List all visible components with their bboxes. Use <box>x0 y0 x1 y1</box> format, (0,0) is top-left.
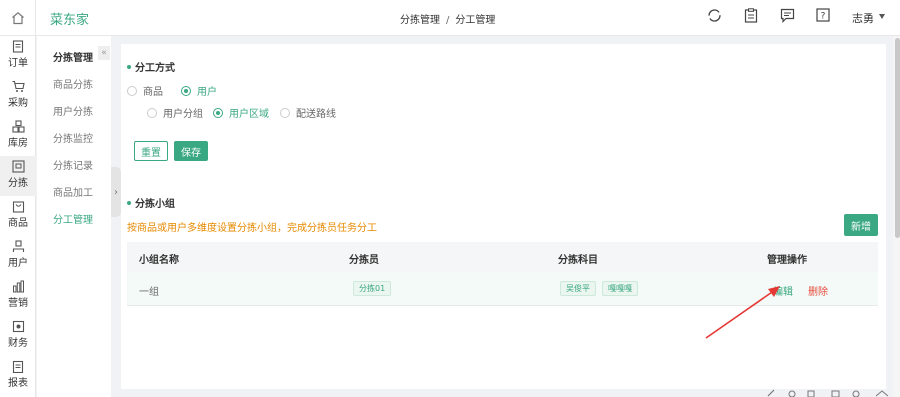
finance-icon <box>12 320 24 333</box>
radio-label: 用户分组 <box>163 109 203 120</box>
column-header-actions: 管理操作 <box>767 255 807 266</box>
nav-item-goods[interactable]: 商品 <box>0 196 36 236</box>
subject-tag: 嘎嘎嘎 <box>602 281 638 296</box>
double-chevron-left-icon: « <box>101 48 107 58</box>
message-icon <box>780 8 795 23</box>
help-icon: ? <box>816 8 830 22</box>
subnav-item-sorting-record[interactable]: 分拣记录 <box>53 157 93 172</box>
table-header: 小组名称 分拣员 分拣科目 管理操作 <box>127 242 878 272</box>
secondary-nav: 分拣管理 商品分拣 用户分拣 分拣监控 分拣记录 商品加工 分工管理 <box>37 36 111 397</box>
help-button[interactable]: ? <box>816 8 830 25</box>
sorting-icon <box>11 160 25 173</box>
home-icon <box>11 12 24 25</box>
nav-label: 库房 <box>8 138 28 149</box>
nav-label: 采购 <box>8 98 28 109</box>
subnav-item-goods-sorting[interactable]: 商品分拣 <box>53 76 93 91</box>
breadcrumb-separator: / <box>446 15 450 26</box>
nav-item-report[interactable]: 报表 <box>0 356 36 396</box>
expand-panel-handle[interactable]: › <box>111 167 121 217</box>
home-button[interactable] <box>0 0 36 36</box>
svg-text:?: ? <box>821 12 826 22</box>
radio-label: 用户区域 <box>229 109 269 120</box>
subject-tag: 吴俊平 <box>560 281 596 296</box>
chart-icon <box>12 280 24 293</box>
cell-group-name: 一组 <box>139 287 159 298</box>
groups-hint: 按商品或用户多维度设置分拣小组，完成分拣员任务分工 <box>127 223 377 234</box>
document-icon <box>12 40 24 53</box>
column-header-group-name: 小组名称 <box>139 255 179 266</box>
clipboard-icon <box>744 8 758 23</box>
message-button[interactable] <box>780 8 795 26</box>
nav-item-order[interactable]: 订单 <box>0 36 36 76</box>
radio-delivery-route[interactable]: 配送路线 <box>280 105 336 120</box>
nav-item-sorting[interactable]: 分拣 <box>0 156 36 196</box>
nav-label: 财务 <box>8 338 28 349</box>
cart-icon <box>12 80 25 92</box>
radio-label: 配送路线 <box>296 109 336 120</box>
nav-label: 营销 <box>8 298 28 309</box>
radio-user-group[interactable]: 用户分组 <box>147 105 203 120</box>
nav-item-user[interactable]: 用户 <box>0 236 36 276</box>
refresh-icon <box>708 9 721 22</box>
reset-button[interactable]: 重置 <box>134 141 168 161</box>
primary-nav: 订单 采购 库房 分拣 商品 用户 营销 财务 报表 <box>0 36 36 397</box>
collapse-subnav-button[interactable]: « <box>98 46 110 60</box>
radio-label: 商品 <box>143 87 163 98</box>
nav-label: 报表 <box>8 378 28 389</box>
delete-button[interactable]: 删除 <box>808 283 828 298</box>
radio-circle-icon <box>147 107 157 118</box>
breadcrumb: 分拣管理 / 分工管理 <box>400 11 495 26</box>
radio-user-region[interactable]: 用户区域 <box>213 105 269 120</box>
user-menu[interactable]: 志勇 <box>852 10 874 26</box>
refresh-button[interactable] <box>707 8 722 26</box>
top-bar: 菜东家 分拣管理 / 分工管理 ? 志勇 <box>0 0 900 36</box>
clipboard-button[interactable] <box>744 8 758 26</box>
subnav-item-sorting-monitor[interactable]: 分拣监控 <box>53 130 93 145</box>
subnav-item-goods-processing[interactable]: 商品加工 <box>53 184 93 199</box>
nav-label: 分拣 <box>8 178 28 189</box>
radio-circle-checked-icon <box>181 85 191 96</box>
subnav-item-division-management[interactable]: 分工管理 <box>53 211 93 226</box>
scrollbar-thumb[interactable] <box>895 38 900 238</box>
section-title-division: 分工方式 <box>127 59 175 74</box>
column-header-sorter: 分拣员 <box>349 255 379 266</box>
section-title-groups: 分拣小组 <box>127 195 175 210</box>
nav-item-marketing[interactable]: 营销 <box>0 276 36 316</box>
subnav-item-user-sorting[interactable]: 用户分拣 <box>53 103 93 118</box>
report-icon <box>12 360 24 373</box>
save-button[interactable]: 保存 <box>174 141 208 161</box>
subnav-title: 分拣管理 <box>53 53 93 64</box>
add-group-button[interactable]: 新增 <box>844 214 878 236</box>
breadcrumb-current: 分工管理 <box>455 15 496 26</box>
nav-item-purchase[interactable]: 采购 <box>0 76 36 116</box>
nav-item-warehouse[interactable]: 库房 <box>0 116 36 156</box>
column-header-subject: 分拣科目 <box>558 255 598 266</box>
radio-circle-icon <box>280 107 290 118</box>
radio-mode-goods[interactable]: 商品 <box>127 83 163 98</box>
bag-icon <box>12 201 24 213</box>
breadcrumb-parent[interactable]: 分拣管理 <box>400 15 440 26</box>
brand-logo[interactable]: 菜东家 <box>50 9 89 28</box>
radio-circle-icon <box>127 85 137 96</box>
annotation-arrow-icon <box>705 286 780 339</box>
nav-label: 商品 <box>8 218 28 229</box>
bottom-toolbar-icons[interactable] <box>766 388 896 397</box>
nav-item-finance[interactable]: 财务 <box>0 316 36 356</box>
radio-mode-user[interactable]: 用户 <box>181 83 217 98</box>
radio-label: 用户 <box>197 87 217 98</box>
chevron-right-icon: › <box>114 186 118 198</box>
sorter-tag: 分拣01 <box>353 281 392 296</box>
radio-circle-checked-icon <box>213 107 223 118</box>
nav-label: 订单 <box>8 58 28 69</box>
warehouse-icon <box>11 120 25 133</box>
nav-label: 用户 <box>8 258 28 269</box>
chevron-down-icon[interactable] <box>879 14 885 19</box>
user-icon <box>12 240 24 252</box>
